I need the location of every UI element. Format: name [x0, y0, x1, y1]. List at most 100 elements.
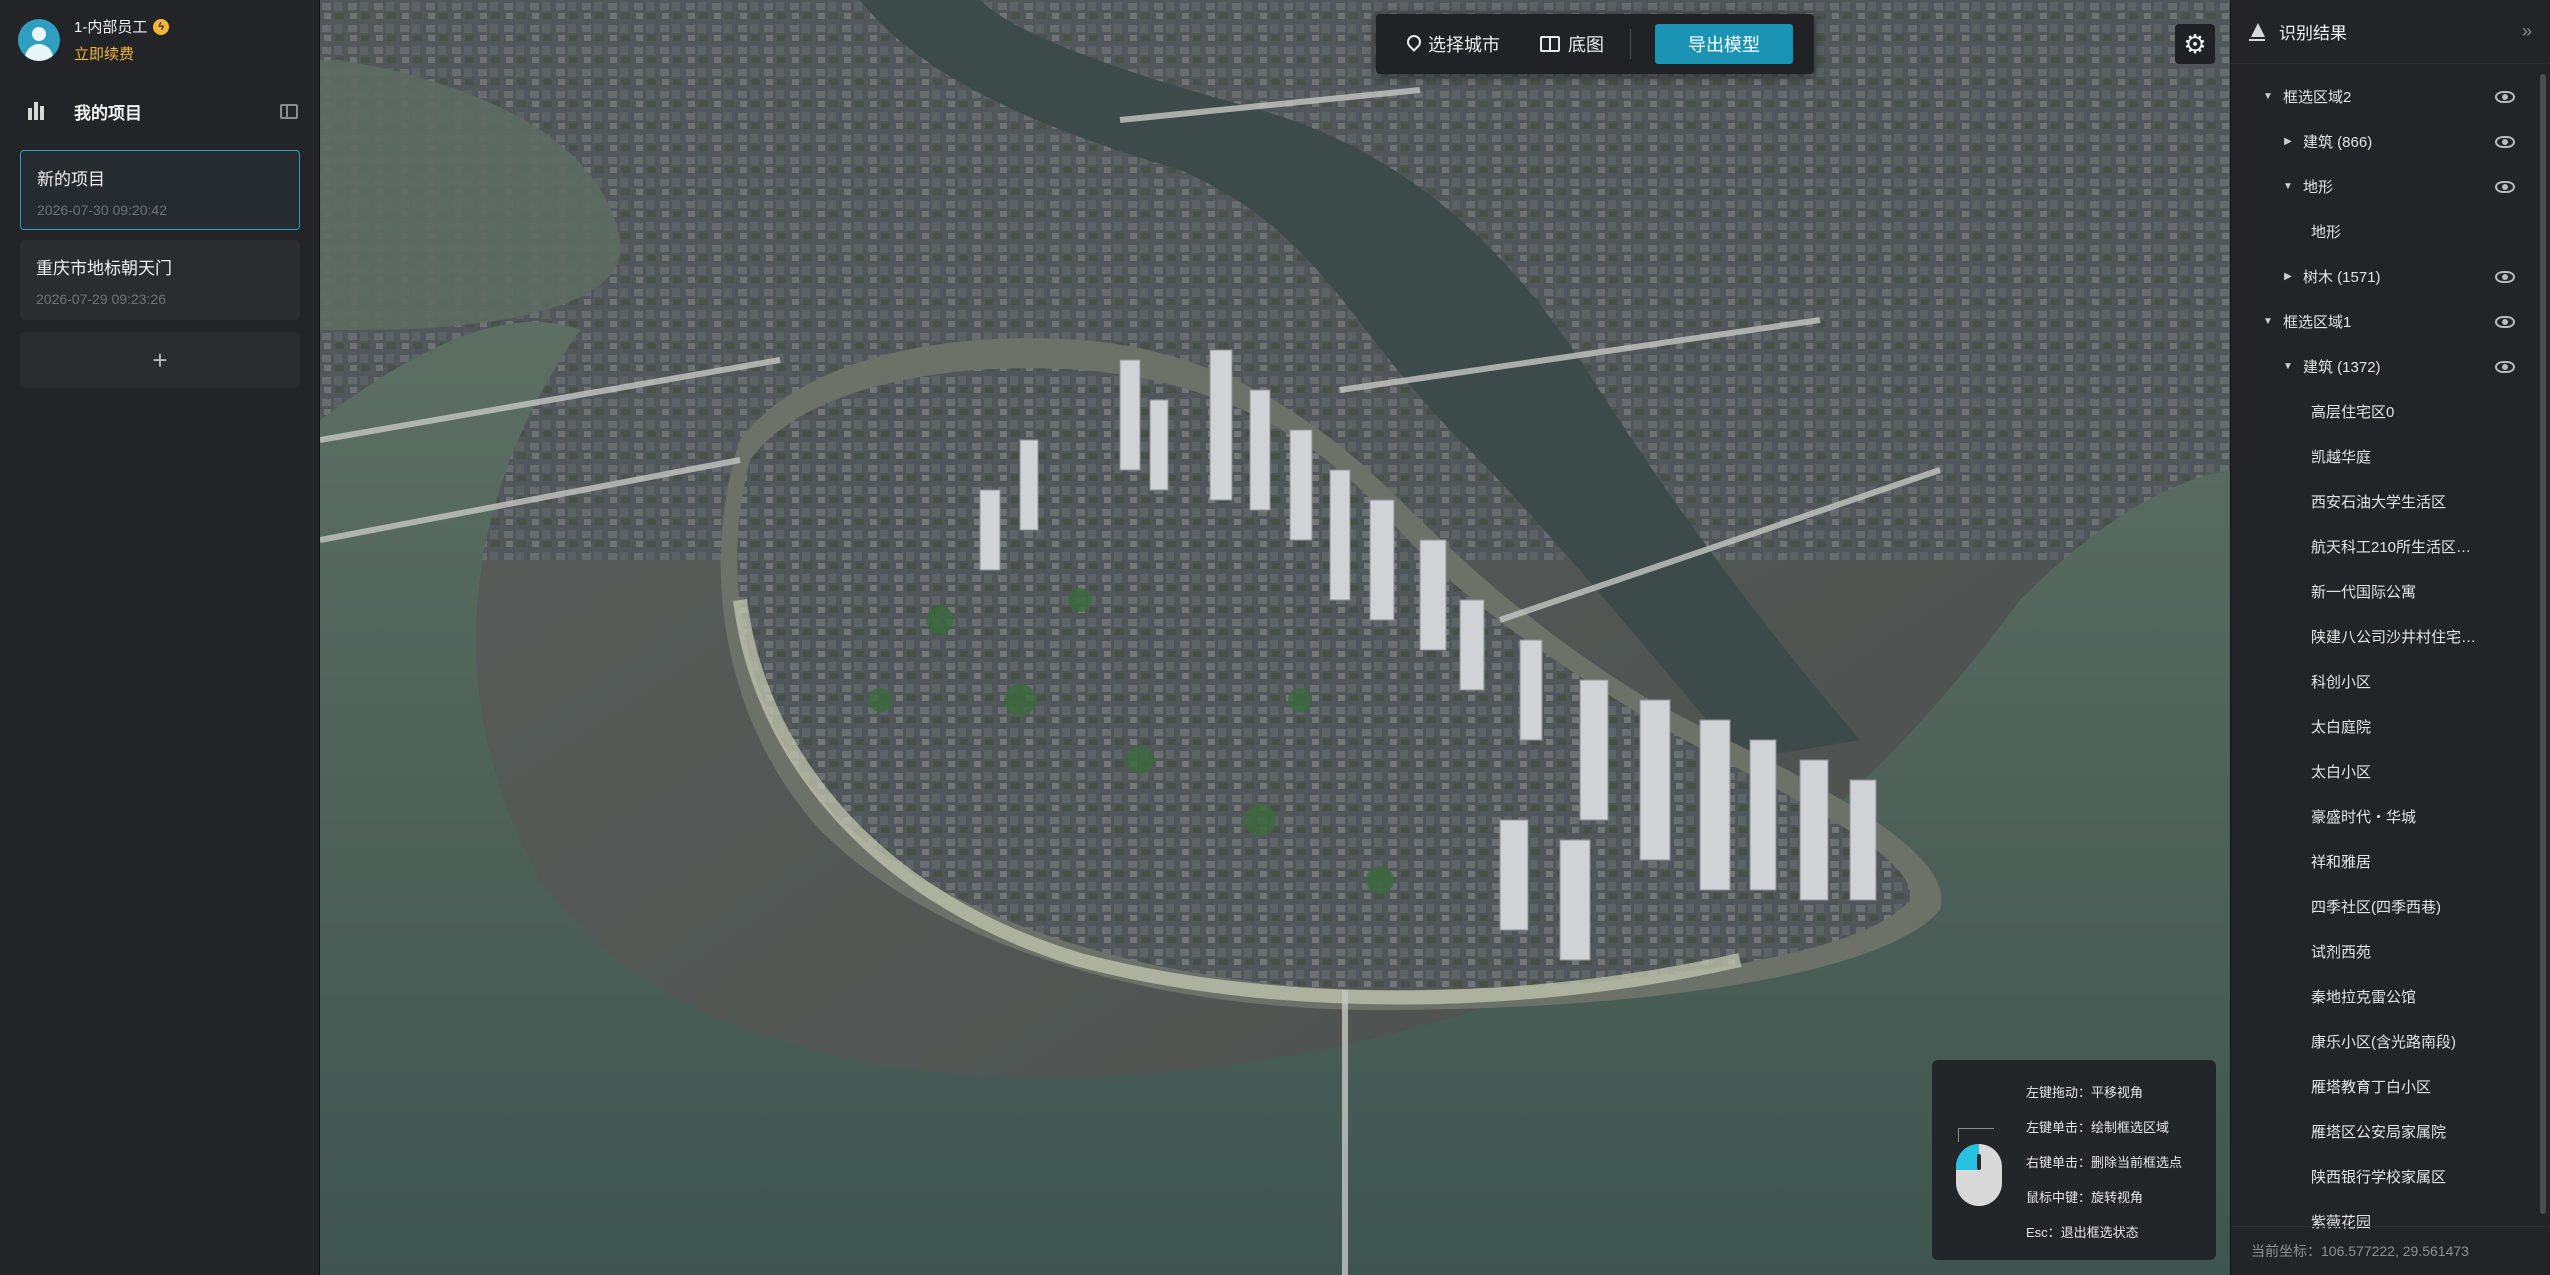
sidebar-collapse-icon[interactable]	[280, 103, 298, 119]
project-name: 重庆市地标朝天门	[36, 259, 172, 278]
project-date: 2026-07-29 09:23:26	[36, 291, 166, 307]
user-name-row: 1-内部员工 ϟ	[74, 16, 170, 37]
app: 1-内部员工 ϟ 立即续费 我的项目 新的项目 2026-07-30 09:20…	[0, 0, 2550, 1275]
hint-list: 左键拖动：平移视角 左键单击：绘制框选区域 右键单击：删除当前框选点 鼠标中键：…	[1962, 1060, 2212, 1260]
tree-node-label: 四季社区(四季西巷)	[2311, 899, 2441, 916]
user-info: 1-内部员工 ϟ 立即续费	[74, 16, 170, 64]
tree-node[interactable]: 紫薇花园	[2231, 1199, 2531, 1244]
projects-header: 我的项目	[28, 96, 298, 126]
tree-node[interactable]: 航天科工210所生活区…	[2231, 524, 2531, 569]
visibility-eye-icon[interactable]	[2495, 135, 2515, 148]
tree-node-label: 树木 (1571)	[2303, 269, 2381, 286]
visibility-eye-icon[interactable]	[2495, 360, 2515, 373]
tree-node[interactable]: 新一代国际公寓	[2231, 569, 2531, 614]
tree-node[interactable]: ▶ 树木 (1571)	[2231, 254, 2531, 299]
export-model-button[interactable]: 导出模型	[1655, 24, 1793, 64]
visibility-eye-icon[interactable]	[2495, 315, 2515, 328]
tree-node-label: 航天科工210所生活区…	[2311, 539, 2472, 556]
visibility-eye-icon[interactable]	[2495, 90, 2515, 103]
toolbar-divider	[1630, 29, 1631, 59]
tree-node[interactable]: ▼ 框选区域2	[2231, 74, 2531, 119]
projects-title: 我的项目	[74, 103, 142, 123]
project-card-active[interactable]: 新的项目 2026-07-30 09:20:42	[20, 150, 300, 230]
project-date: 2026-07-30 09:20:42	[37, 202, 167, 218]
mouse-controls-hint: 左键拖动：平移视角 左键单击：绘制框选区域 右键单击：删除当前框选点 鼠标中键：…	[1932, 1060, 2216, 1260]
tree-node[interactable]: 高层住宅区0	[2231, 389, 2531, 434]
map-viewport[interactable]: 选择城市 底图 导出模型 ⚙ 左键拖动：平移视角 左键单击：绘制框选区域 右键单…	[320, 0, 2230, 1275]
map-layers-icon	[1540, 36, 1560, 52]
tree-node[interactable]: 陕建八公司沙井村住宅…	[2231, 614, 2531, 659]
tree-node[interactable]: 科创小区	[2231, 659, 2531, 704]
location-pin-icon	[1406, 35, 1420, 53]
tree-node-label: 建筑 (866)	[2303, 134, 2373, 151]
caret-down-icon[interactable]: ▼	[2281, 361, 2295, 372]
tree-node-label: 雁塔教育丁白小区	[2311, 1079, 2432, 1096]
caret-right-icon[interactable]: ▶	[2281, 136, 2295, 147]
hint-line: 左键单击：绘制框选区域	[2026, 1120, 2170, 1135]
left-sidebar: 1-内部员工 ϟ 立即续费 我的项目 新的项目 2026-07-30 09:20…	[0, 0, 320, 1275]
caret-down-icon[interactable]: ▼	[2261, 316, 2275, 327]
vip-lightning-icon: ϟ	[153, 18, 170, 35]
caret-down-icon[interactable]: ▼	[2281, 181, 2295, 192]
tree-node-label: 框选区域1	[2283, 314, 2352, 331]
tree-node[interactable]: ▼ 框选区域1	[2231, 299, 2531, 344]
tree-node-label: 太白小区	[2311, 764, 2372, 781]
tree-node[interactable]: ▶ 建筑 (866)	[2231, 119, 2531, 164]
tree-node[interactable]: 太白小区	[2231, 749, 2531, 794]
tree-node-label: 地形	[2303, 179, 2334, 196]
buildings-icon	[28, 102, 46, 120]
results-header: 识别结果 »	[2231, 0, 2550, 64]
tree-node[interactable]: ▼ 建筑 (1372)	[2231, 344, 2531, 389]
current-coordinates: 当前坐标：106.577222, 29.561473	[2251, 1243, 2469, 1259]
tree-node[interactable]: 康乐小区(含光路南段)	[2231, 1019, 2531, 1064]
tree-node[interactable]: 秦地拉克雷公馆	[2231, 974, 2531, 1019]
hint-line: 左键拖动：平移视角	[2026, 1085, 2144, 1100]
tree-node-label: 豪盛时代・华城	[2311, 809, 2417, 826]
tree-node[interactable]: 太白庭院	[2231, 704, 2531, 749]
tree-node[interactable]: 豪盛时代・华城	[2231, 794, 2531, 839]
tree-node[interactable]: 地形	[2231, 209, 2531, 254]
collapse-panel-icon[interactable]: »	[2522, 21, 2532, 42]
tree-node-label: 陕建八公司沙井村住宅…	[2311, 629, 2477, 646]
tree-node-label: 紫薇花园	[2311, 1214, 2372, 1231]
tree-node[interactable]: 凯越华庭	[2231, 434, 2531, 479]
select-city-label: 选择城市	[1428, 35, 1500, 55]
select-city-button[interactable]: 选择城市	[1406, 31, 1500, 57]
settings-gear-icon[interactable]: ⚙	[2175, 24, 2215, 64]
user-profile[interactable]: 1-内部员工 ϟ 立即续费	[18, 16, 170, 64]
hint-line: 右键单击：删除当前框选点	[2026, 1155, 2183, 1170]
tree-node[interactable]: 祥和雅居	[2231, 839, 2531, 884]
tree-node-label: 秦地拉克雷公馆	[2311, 989, 2417, 1006]
caret-right-icon[interactable]: ▶	[2281, 271, 2295, 282]
tree-node[interactable]: 四季社区(四季西巷)	[2231, 884, 2531, 929]
tree-node[interactable]: 雁塔教育丁白小区	[2231, 1064, 2531, 1109]
tree-node-label: 陕西银行学校家属区	[2311, 1169, 2447, 1186]
tree-node[interactable]: 西安石油大学生活区	[2231, 479, 2531, 524]
tree-node-label: 科创小区	[2311, 674, 2372, 691]
visibility-eye-icon[interactable]	[2495, 270, 2515, 283]
tree-node-label: 凯越华庭	[2311, 449, 2372, 466]
results-scrollbar[interactable]	[2540, 74, 2546, 1214]
project-card[interactable]: 重庆市地标朝天门 2026-07-29 09:23:26	[20, 240, 300, 320]
basemap-label: 底图	[1568, 35, 1604, 55]
hint-line: Esc：退出框选状态	[2026, 1225, 2139, 1240]
tree-node[interactable]: 雁塔区公安局家属院	[2231, 1109, 2531, 1154]
tree-node[interactable]: ▼ 地形	[2231, 164, 2531, 209]
tree-node[interactable]: 试剂西苑	[2231, 929, 2531, 974]
tree-node-label: 西安石油大学生活区	[2311, 494, 2447, 511]
tree-node-label: 地形	[2311, 224, 2342, 241]
panel-divider	[2231, 1226, 2550, 1227]
tree-node-label: 试剂西苑	[2311, 944, 2372, 961]
visibility-eye-icon[interactable]	[2495, 180, 2515, 193]
tree-node[interactable]: 陕西银行学校家属区	[2231, 1154, 2531, 1199]
tree-node-label: 雁塔区公安局家属院	[2311, 1124, 2447, 1141]
avatar[interactable]	[18, 19, 60, 61]
project-name: 新的项目	[37, 170, 105, 189]
caret-down-icon[interactable]: ▼	[2261, 91, 2275, 102]
tree-node-label: 建筑 (1372)	[2303, 359, 2381, 376]
renew-link[interactable]: 立即续费	[74, 43, 169, 64]
result-flag-icon	[2249, 22, 2265, 41]
basemap-button[interactable]: 底图	[1540, 31, 1604, 57]
tree-node-label: 框选区域2	[2283, 89, 2352, 106]
add-project-button[interactable]: +	[20, 332, 300, 388]
